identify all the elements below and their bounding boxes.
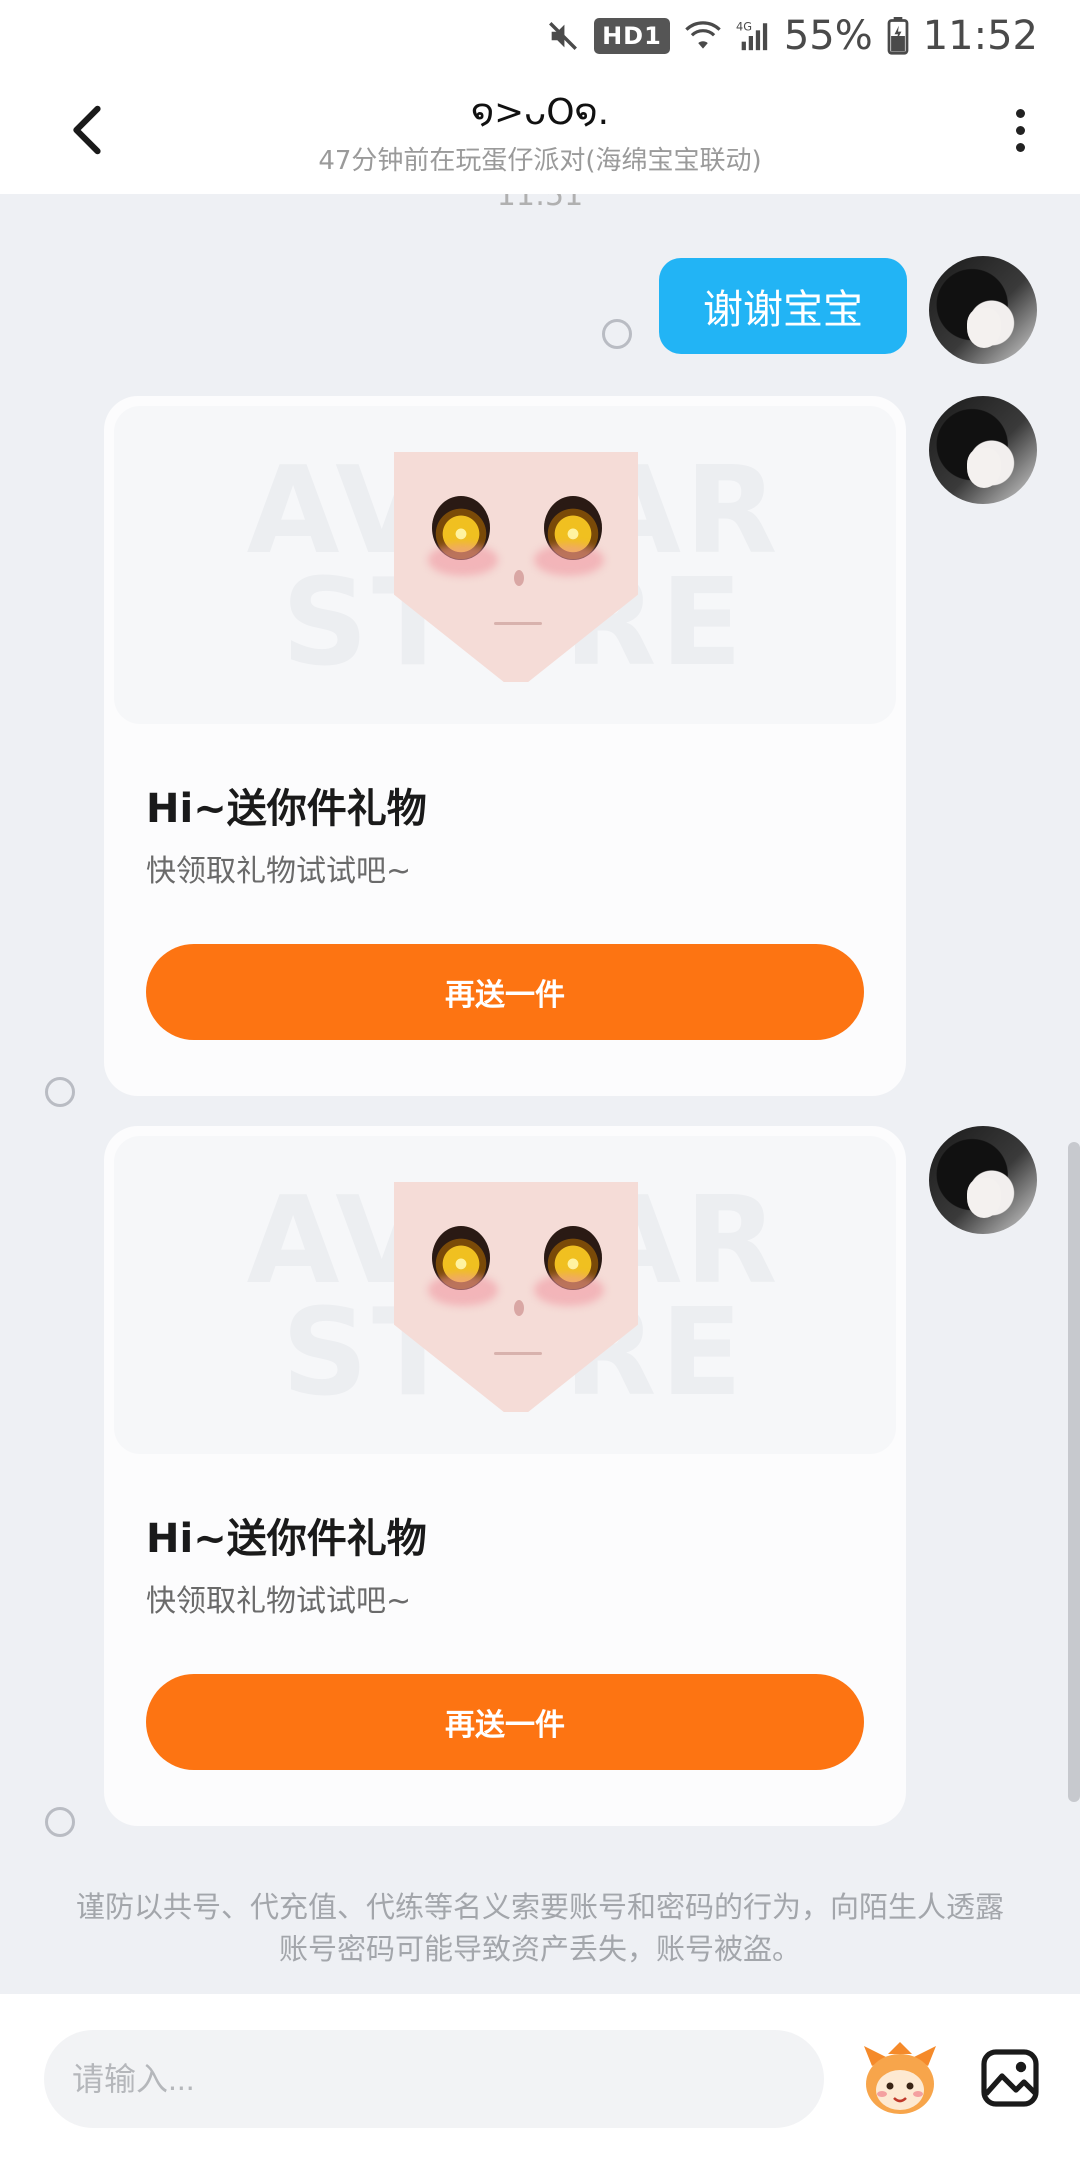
more-vertical-icon [1015, 108, 1025, 118]
avatar[interactable] [929, 1126, 1037, 1234]
scrollbar[interactable] [1068, 1142, 1080, 1802]
message-list[interactable]: 11:51 谢谢宝宝 AVATAR STORE Hi~送你件礼物 快领取礼物试试… [0, 194, 1080, 1994]
outgoing-message-text: 谢谢宝宝 [703, 287, 863, 333]
gift-title: Hi~送你件礼物 [146, 1516, 427, 1562]
clock: 11:52 [922, 13, 1038, 59]
image-picker-button[interactable] [966, 2034, 1054, 2122]
gift-subtitle: 快领取礼物试试吧~ [146, 854, 412, 889]
outgoing-message-bubble[interactable]: 谢谢宝宝 [659, 258, 907, 354]
input-bar [0, 1994, 1080, 2160]
select-radio[interactable] [602, 319, 632, 349]
send-another-button[interactable]: 再送一件 [146, 1674, 864, 1770]
gift-title: Hi~送你件礼物 [146, 786, 427, 832]
avatar[interactable] [929, 256, 1037, 364]
status-bar: HD1 4G 55% 11:52 [0, 0, 1080, 70]
image-picker-icon [981, 2049, 1039, 2107]
contact-name: ໑>ᴗO໑. [470, 92, 610, 133]
select-radio[interactable] [45, 1077, 75, 1107]
mute-icon [546, 19, 580, 53]
mascot-emoji-icon [864, 2042, 936, 2114]
signal-icon: 4G [736, 19, 770, 53]
chat-header: ໑>ᴗO໑. 47分钟前在玩蛋仔派对(海绵宝宝联动) [0, 70, 1080, 194]
avatar[interactable] [929, 396, 1037, 504]
wifi-icon [684, 19, 722, 53]
more-options-button[interactable] [1000, 100, 1040, 160]
select-radio[interactable] [45, 1807, 75, 1837]
gift-preview-image: AVATAR STORE [114, 406, 896, 724]
hd-badge: HD1 [594, 18, 670, 54]
battery-icon [887, 17, 909, 55]
emoji-button[interactable] [858, 2036, 942, 2120]
svg-text:4G: 4G [736, 19, 752, 33]
security-warning: 谨防以共号、代充值、代练等名义索要账号和密码的行为，向陌生人透露账号密码可能导致… [75, 1890, 1004, 1966]
message-input[interactable] [44, 2030, 824, 2128]
send-another-button[interactable]: 再送一件 [146, 944, 864, 1040]
gift-subtitle: 快领取礼物试试吧~ [146, 1584, 412, 1619]
battery-percent: 55% [783, 13, 873, 59]
contact-status: 47分钟前在玩蛋仔派对(海绵宝宝联动) [318, 146, 762, 176]
gift-card[interactable]: AVATAR STORE Hi~送你件礼物 快领取礼物试试吧~ 再送一件 [104, 396, 906, 1096]
gift-preview-image: AVATAR STORE [114, 1136, 896, 1454]
message-timestamp: 11:51 [496, 194, 584, 213]
gift-card[interactable]: AVATAR STORE Hi~送你件礼物 快领取礼物试试吧~ 再送一件 [104, 1126, 906, 1826]
